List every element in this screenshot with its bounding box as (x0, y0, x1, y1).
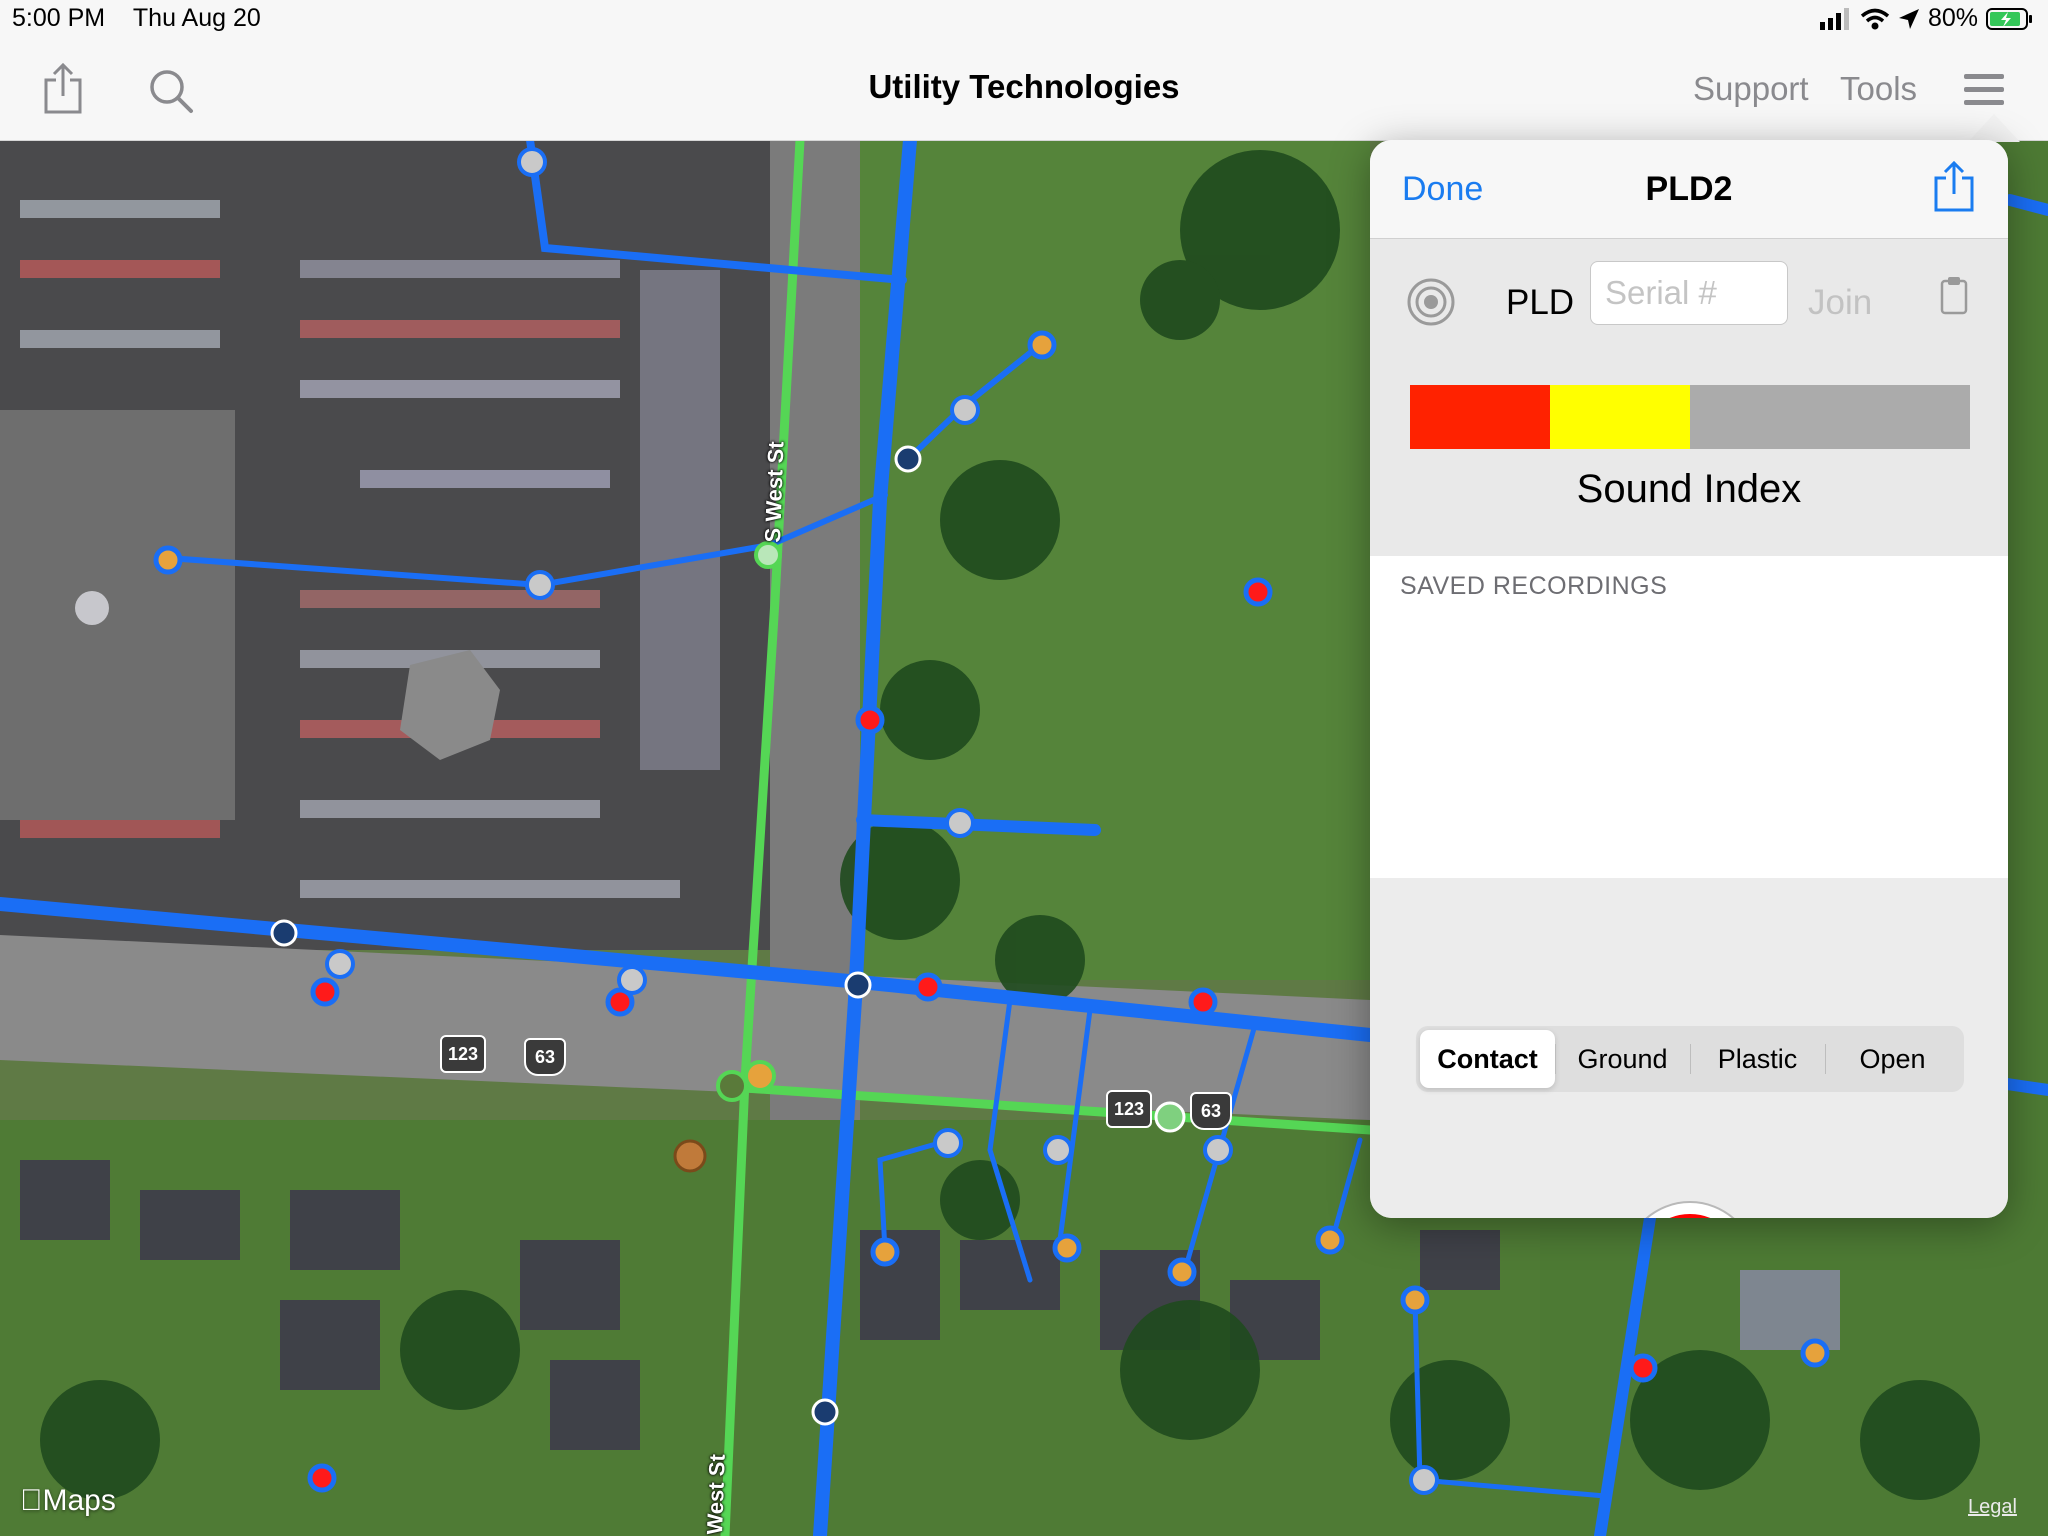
record-icon (1636, 1214, 1744, 1218)
apple-logo-icon:  (20, 1484, 43, 1517)
street-label-west-st: West St (702, 1453, 730, 1535)
mode-segmented-control: Contact Ground Plastic Open (1416, 1026, 1964, 1092)
clipboard-button[interactable] (1940, 275, 1968, 320)
status-bar-time: 5:00 PM Thu Aug 20 (12, 4, 261, 32)
saved-recordings-list (1370, 610, 2008, 878)
top-bar: 5:00 PM Thu Aug 20 80% Utility Technolog… (0, 0, 2048, 141)
saved-recordings-header: SAVED RECORDINGS (1400, 572, 1668, 600)
mode-contact[interactable]: Contact (1420, 1030, 1555, 1088)
location-arrow-icon (1898, 8, 1919, 29)
record-button[interactable] (1623, 1201, 1757, 1218)
status-bar-date: Thu Aug 20 (132, 4, 261, 32)
join-button[interactable]: Join (1808, 283, 1872, 323)
mode-ground[interactable]: Ground (1555, 1030, 1690, 1088)
mode-plastic[interactable]: Plastic (1690, 1030, 1825, 1088)
sound-index-meter (1410, 385, 1970, 449)
target-icon[interactable] (1406, 277, 1456, 332)
recording-controls: Contact Ground Plastic Open (1370, 878, 2008, 1218)
popover-arrow (1968, 114, 2020, 142)
device-section: PLD Join Sound Index (1370, 239, 2008, 556)
clipboard-icon (1940, 277, 1968, 315)
menu-button[interactable] (1964, 74, 2004, 111)
wifi-icon (1860, 8, 1890, 29)
sound-index-label: Sound Index (1576, 467, 1802, 511)
panel-title: PLD2 (1645, 170, 1733, 208)
battery-icon (1986, 7, 2032, 30)
route-shield-123: 123 (440, 1035, 486, 1073)
maps-attribution: Maps (20, 1484, 116, 1517)
street-label-s-west-st: S West St (760, 440, 789, 543)
meter-yellow-segment (1550, 385, 1690, 449)
device-label: PLD (1506, 283, 1575, 322)
route-shield-63-east: 63 (1190, 1092, 1232, 1130)
share-icon (1934, 160, 1974, 212)
panel-header: Done PLD2 (1370, 140, 2008, 239)
cellular-signal-icon (1819, 7, 1849, 30)
radio-target-icon (1407, 278, 1455, 326)
route-shield-63: 63 (524, 1038, 566, 1076)
serial-number-input[interactable] (1590, 261, 1788, 325)
support-button[interactable]: Support (1693, 70, 1809, 108)
battery-percentage: 80% (1927, 4, 1978, 32)
status-bar-indicators: 80% (1819, 4, 2034, 33)
pld-panel: Done PLD2 PLD Join (1370, 140, 2008, 1218)
panel-share-button[interactable] (1932, 160, 1976, 219)
meter-red-segment (1410, 385, 1550, 449)
hamburger-menu-icon (1964, 74, 2004, 105)
legal-link[interactable]: Legal (1968, 1496, 2017, 1519)
tools-button[interactable]: Tools (1840, 70, 1917, 108)
route-shield-123-east: 123 (1106, 1090, 1152, 1128)
mode-open[interactable]: Open (1825, 1030, 1960, 1088)
